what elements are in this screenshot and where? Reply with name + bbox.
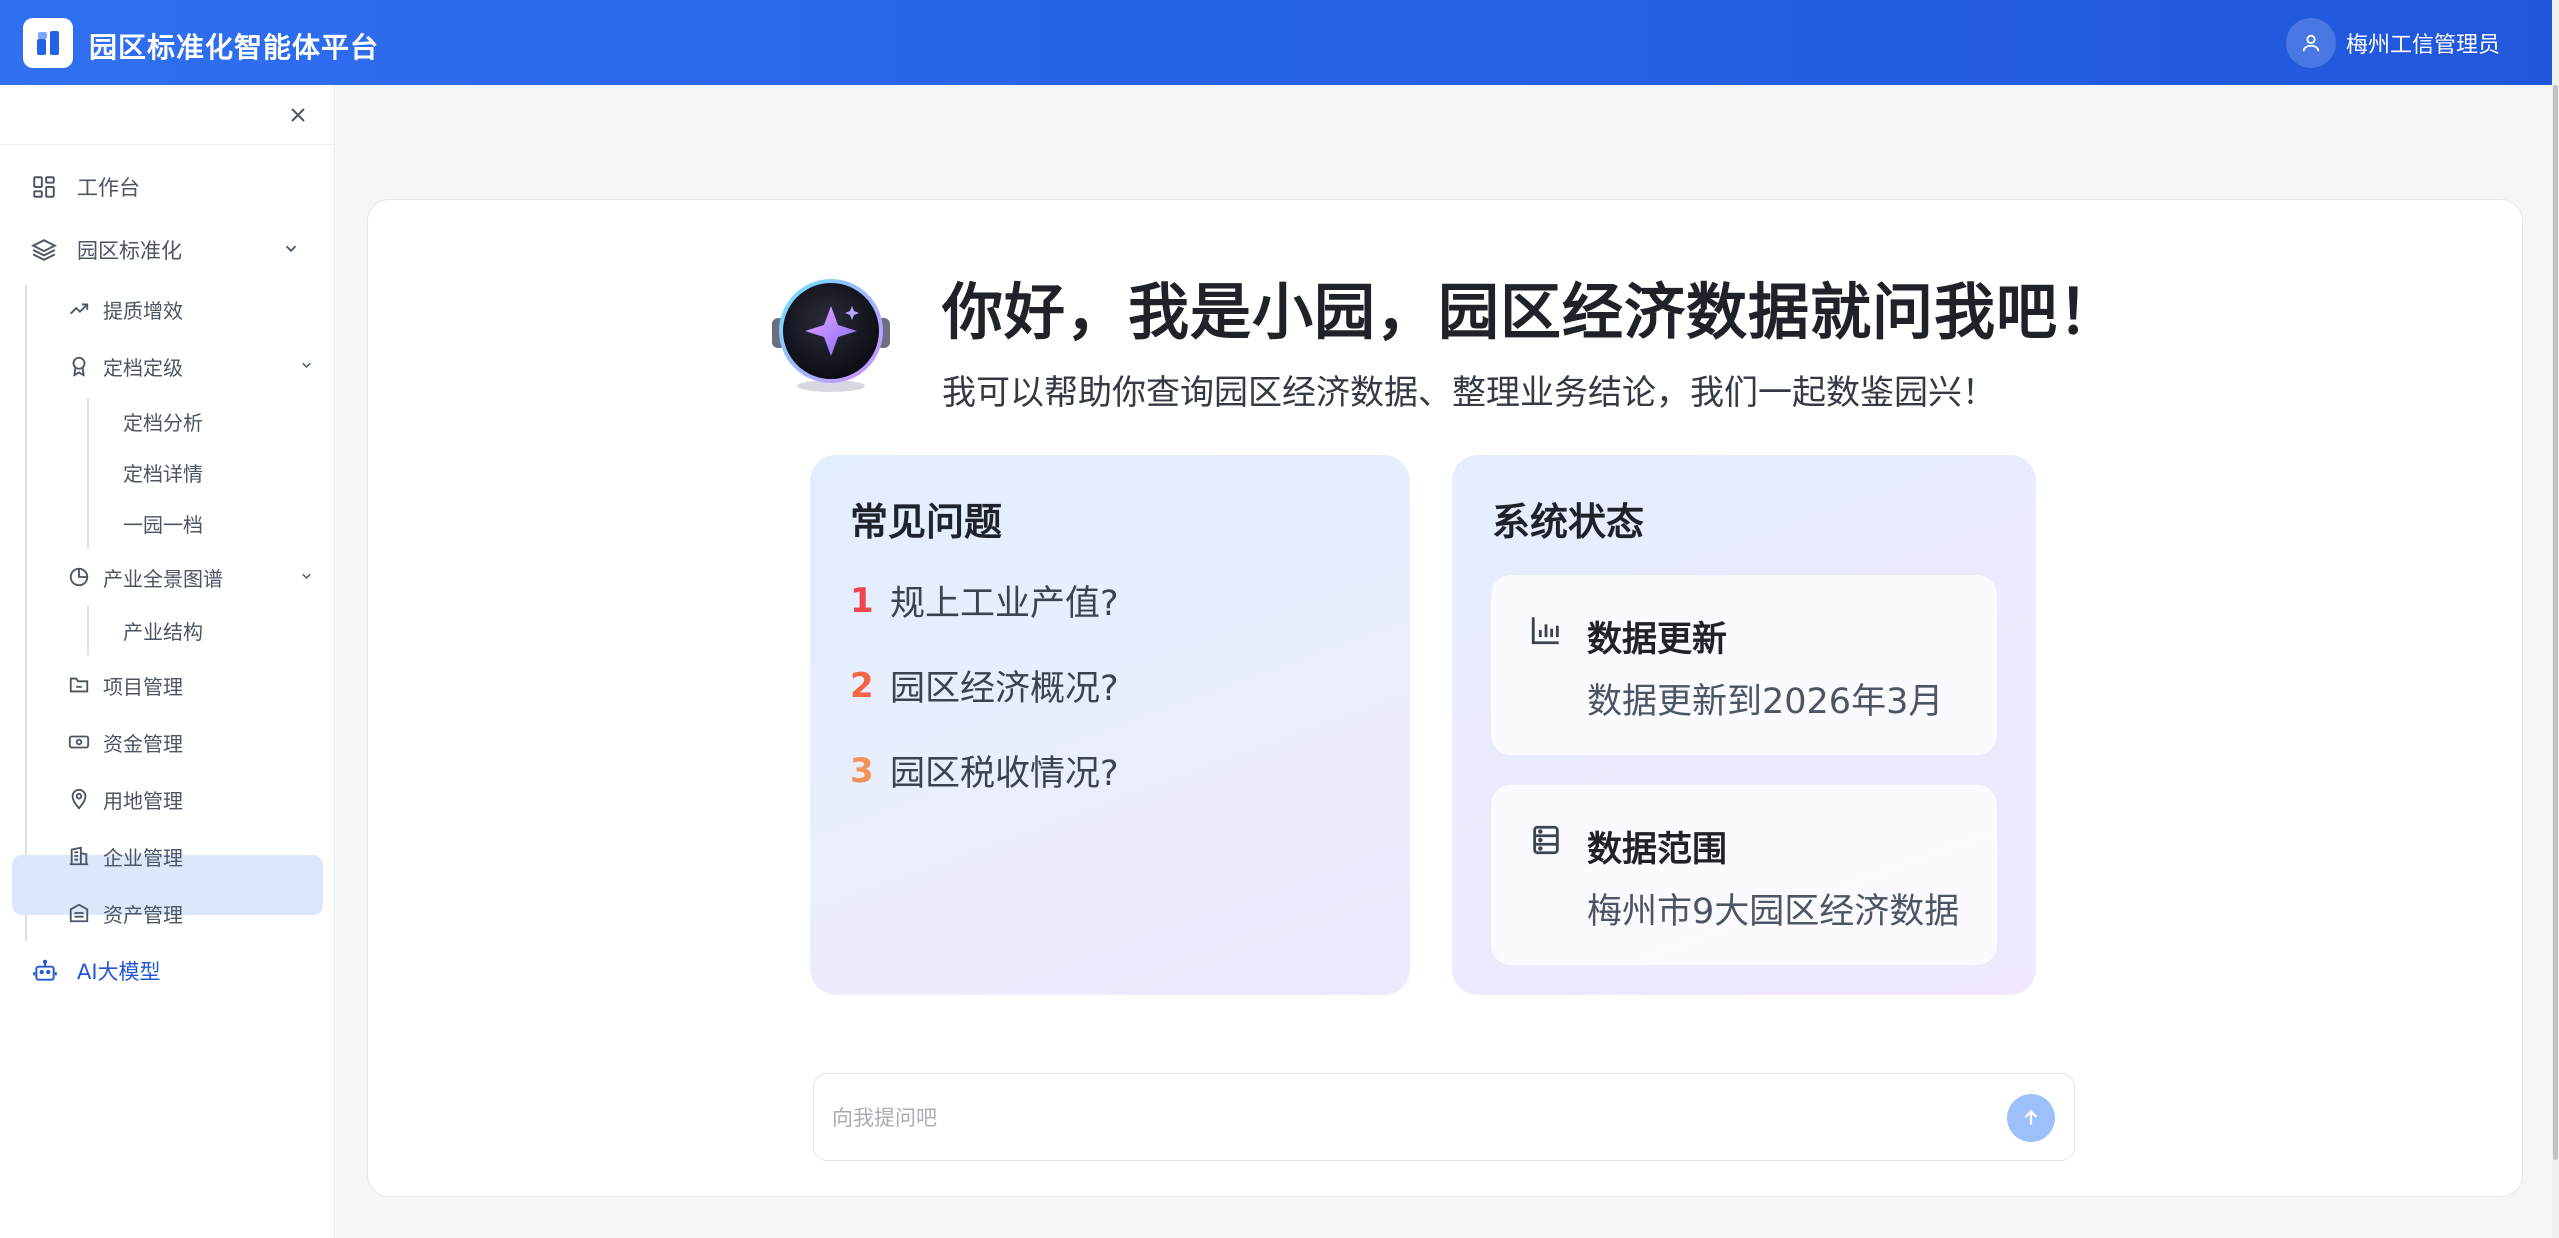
tree-line: [25, 285, 27, 941]
status-card-title: 数据范围: [1587, 830, 1728, 870]
sidebar-item-land-management[interactable]: 用地管理: [67, 783, 183, 815]
archive-icon: [67, 902, 91, 924]
send-button[interactable]: [2007, 1094, 2055, 1142]
award-icon: [67, 355, 91, 377]
sidebar-item-workbench[interactable]: 工作台: [29, 170, 140, 204]
system-status-panel: 系统状态 数据更新 数据更新到2026年3月 数据范围 梅州市9大园区经济数据: [1452, 455, 2036, 995]
trend-up-icon: [67, 298, 91, 320]
sidebar-item-label: 园区标准化: [77, 239, 182, 263]
sidebar-item-label: 一园一档: [123, 512, 203, 537]
status-card-desc: 数据更新到2026年3月: [1587, 682, 1944, 722]
app-title: 园区标准化智能体平台: [89, 31, 380, 64]
sidebar-item-label: 产业结构: [123, 619, 203, 644]
faq-question: 规上工业产值?: [890, 584, 1119, 624]
ask-box: [813, 1073, 2075, 1161]
sidebar-item-park-standardization[interactable]: 园区标准化: [29, 233, 182, 267]
sidebar-item-one-park-one-file[interactable]: 一园一档: [123, 507, 203, 539]
sidebar-item-label: 定档详情: [123, 461, 203, 486]
pie-chart-icon: [67, 566, 91, 588]
faq-title: 常见问题: [850, 500, 1003, 544]
sidebar-item-industry-structure[interactable]: 产业结构: [123, 614, 203, 646]
close-icon[interactable]: [286, 103, 310, 127]
sidebar-item-label: 企业管理: [103, 845, 183, 870]
faq-item[interactable]: 3 园区税收情况?: [850, 745, 1119, 796]
sidebar-item-label: 资金管理: [103, 731, 183, 756]
ask-input[interactable]: [832, 1098, 1982, 1138]
server-icon: [1529, 823, 1563, 861]
folder-icon: [67, 674, 91, 696]
building-icon: [67, 845, 91, 867]
page-scrollbar[interactable]: [2552, 0, 2559, 1238]
sidebar-item-asset-management[interactable]: 资产管理: [67, 897, 183, 929]
layers-icon: [29, 237, 59, 263]
faq-item[interactable]: 1 规上工业产值?: [850, 575, 1119, 626]
sidebar-item-fund-management[interactable]: 资金管理: [67, 726, 183, 758]
top-header: 园区标准化智能体平台 梅州工信管理员: [0, 0, 2552, 85]
sidebar-item-label: 用地管理: [103, 788, 183, 813]
status-title: 系统状态: [1492, 500, 1645, 544]
sidebar-item-label: 产业全景图谱: [103, 566, 223, 591]
greeting-subtitle: 我可以帮助你查询园区经济数据、整理业务结论，我们一起数鉴园兴！: [942, 373, 1996, 413]
robot-icon: [31, 958, 59, 984]
faq-number: 3: [850, 750, 874, 791]
chevron-down-icon[interactable]: [299, 569, 314, 588]
bar-chart-icon: [1529, 613, 1563, 651]
sidebar-item-label: 提质增效: [103, 298, 183, 323]
sidebar-item-ai-model[interactable]: AI大模型: [31, 954, 161, 988]
location-icon: [67, 788, 91, 810]
sidebar-item-industry-map[interactable]: 产业全景图谱: [67, 561, 223, 593]
faq-question: 园区经济概况?: [890, 669, 1119, 709]
user-menu[interactable]: 梅州工信管理员: [2285, 18, 2500, 68]
status-card-desc: 梅州市9大园区经济数据: [1587, 892, 1960, 932]
user-name: 梅州工信管理员: [2345, 33, 2500, 58]
arrow-up-icon: [2024, 1110, 2038, 1125]
sidebar-item-label: AI大模型: [77, 960, 161, 984]
sidebar-item-enterprise-management[interactable]: 企业管理: [67, 840, 183, 872]
sidebar-item-quality-efficiency[interactable]: 提质增效: [67, 293, 183, 325]
tree-line: [87, 605, 89, 655]
sidebar-item-grading-detail[interactable]: 定档详情: [123, 456, 203, 488]
sidebar-item-project-management[interactable]: 项目管理: [67, 669, 183, 701]
sidebar-item-label: 定档分析: [123, 410, 203, 435]
sidebar-item-label: 项目管理: [103, 674, 183, 699]
status-card-data-scope: 数据范围 梅州市9大园区经济数据: [1491, 785, 1997, 965]
tree-line: [87, 398, 89, 548]
faq-item[interactable]: 2 园区经济概况?: [850, 660, 1119, 711]
chevron-down-icon[interactable]: [299, 358, 314, 377]
status-card-data-update: 数据更新 数据更新到2026年3月: [1491, 575, 1997, 755]
faq-number: 1: [850, 580, 874, 621]
sidebar-item-grading-analysis[interactable]: 定档分析: [123, 405, 203, 437]
status-card-title: 数据更新: [1587, 620, 1728, 660]
dashboard-icon: [29, 174, 59, 200]
sidebar-item-label: 工作台: [77, 176, 140, 200]
money-icon: [67, 731, 91, 753]
user-icon: [2285, 18, 2336, 68]
sidebar-item-label: 定档定级: [103, 355, 183, 380]
sidebar-item-label: 资产管理: [103, 902, 183, 927]
sidebar-item-grading[interactable]: 定档定级: [67, 350, 183, 382]
faq-question: 园区税收情况?: [890, 754, 1119, 794]
faq-number: 2: [850, 665, 874, 706]
faq-panel: 常见问题 1 规上工业产值? 2 园区经济概况? 3 园区税收情况?: [810, 455, 1410, 995]
app-logo-icon: [23, 18, 73, 68]
greeting-title: 你好，我是小园，园区经济数据就问我吧！: [942, 277, 2121, 348]
chevron-down-icon[interactable]: [282, 240, 300, 262]
robot-avatar-icon: [766, 268, 896, 398]
